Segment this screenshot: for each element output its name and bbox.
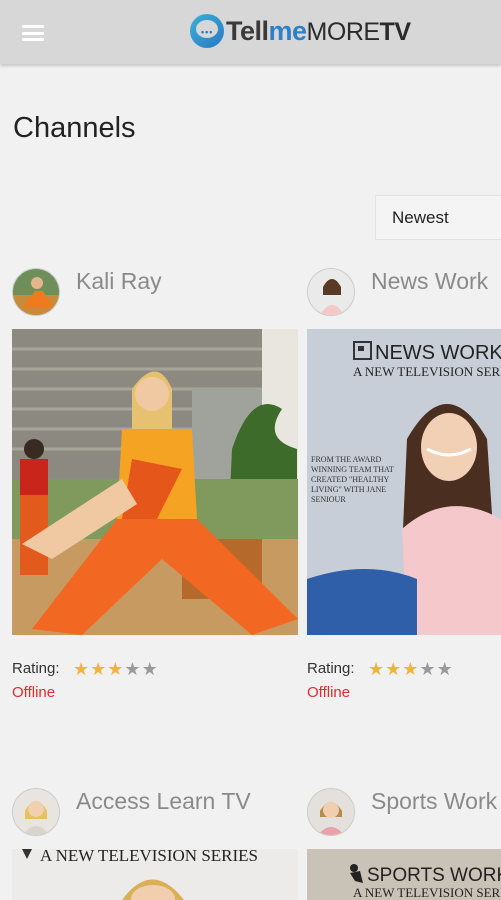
channel-name[interactable]: News Work (371, 268, 488, 295)
star-filled-icon: ★ (107, 659, 125, 679)
rating-stars: ★★★★★ (73, 659, 159, 680)
svg-text:CREATED "HEALTHY: CREATED "HEALTHY (311, 475, 390, 484)
logo-text-more: MORE (306, 17, 381, 46)
menu-icon[interactable] (22, 25, 44, 41)
channel-thumbnail[interactable]: A NEW TELEVISION SERIES (12, 849, 298, 900)
channel-thumbnail[interactable]: SPORTS WORK A NEW TELEVISION SERIES (307, 849, 501, 900)
svg-text:LIVING" WITH JANE: LIVING" WITH JANE (311, 485, 386, 494)
star-empty-icon: ★ (436, 659, 454, 679)
channel-avatar[interactable] (307, 788, 355, 836)
svg-text:WINNING TEAM THAT: WINNING TEAM THAT (311, 465, 394, 474)
logo-text-tv: TV (379, 17, 411, 46)
channel-card[interactable]: Sports Work SPORTS WORK A NEW TELEVISION… (307, 788, 501, 900)
star-filled-icon: ★ (402, 659, 420, 679)
status-badge: Offline (12, 684, 56, 701)
channel-avatar[interactable] (12, 268, 60, 316)
page-title: Channels (13, 112, 136, 144)
channel-thumbnail[interactable]: NEWS WORK A NEW TELEVISION SERIES FROM T… (307, 329, 501, 635)
star-empty-icon: ★ (124, 659, 142, 679)
top-app-bar: ••• TellmeMORETV (0, 0, 501, 64)
logo-text-me: me (268, 15, 308, 46)
channel-name[interactable]: Sports Work (371, 788, 497, 815)
thumb-subtitle: A NEW TELEVISION SERIES (353, 364, 501, 379)
sort-dropdown[interactable]: Newest (375, 195, 501, 240)
star-empty-icon: ★ (419, 659, 437, 679)
star-filled-icon: ★ (368, 659, 386, 679)
app-logo[interactable]: ••• TellmeMORETV (190, 11, 411, 51)
star-empty-icon: ★ (141, 659, 159, 679)
channel-thumbnail[interactable] (12, 329, 298, 635)
channel-name[interactable]: Access Learn TV (76, 788, 251, 815)
star-filled-icon: ★ (90, 659, 108, 679)
channel-card[interactable]: Kali Ray Rating: ★★★★★ Offline (12, 268, 302, 708)
svg-text:FROM THE AWARD: FROM THE AWARD (311, 455, 382, 464)
thumb-title: SPORTS WORK (367, 865, 501, 886)
channel-avatar[interactable] (307, 268, 355, 316)
thumb-subtitle: A NEW TELEVISION SERIES (40, 849, 258, 865)
svg-text:SENIOUR: SENIOUR (311, 495, 346, 504)
channel-card[interactable]: News Work NEWS WORK A NEW TELEVISION SER… (307, 268, 501, 708)
star-filled-icon: ★ (385, 659, 403, 679)
channel-name[interactable]: Kali Ray (76, 268, 162, 295)
thumb-title: NEWS WORK (375, 342, 501, 364)
rating-stars: ★★★★★ (368, 659, 454, 680)
status-badge: Offline (307, 684, 351, 701)
logo-text-tell: Tell (226, 15, 269, 46)
star-filled-icon: ★ (73, 659, 91, 679)
thumb-subtitle: A NEW TELEVISION SERIES (353, 885, 501, 900)
rating-label: Rating: (12, 660, 60, 677)
channel-avatar[interactable] (12, 788, 60, 836)
rating-label: Rating: (307, 660, 355, 677)
chat-bubble-icon: ••• (190, 14, 224, 48)
channel-card[interactable]: Access Learn TV A NEW TELEVISION SERIES (12, 788, 302, 900)
